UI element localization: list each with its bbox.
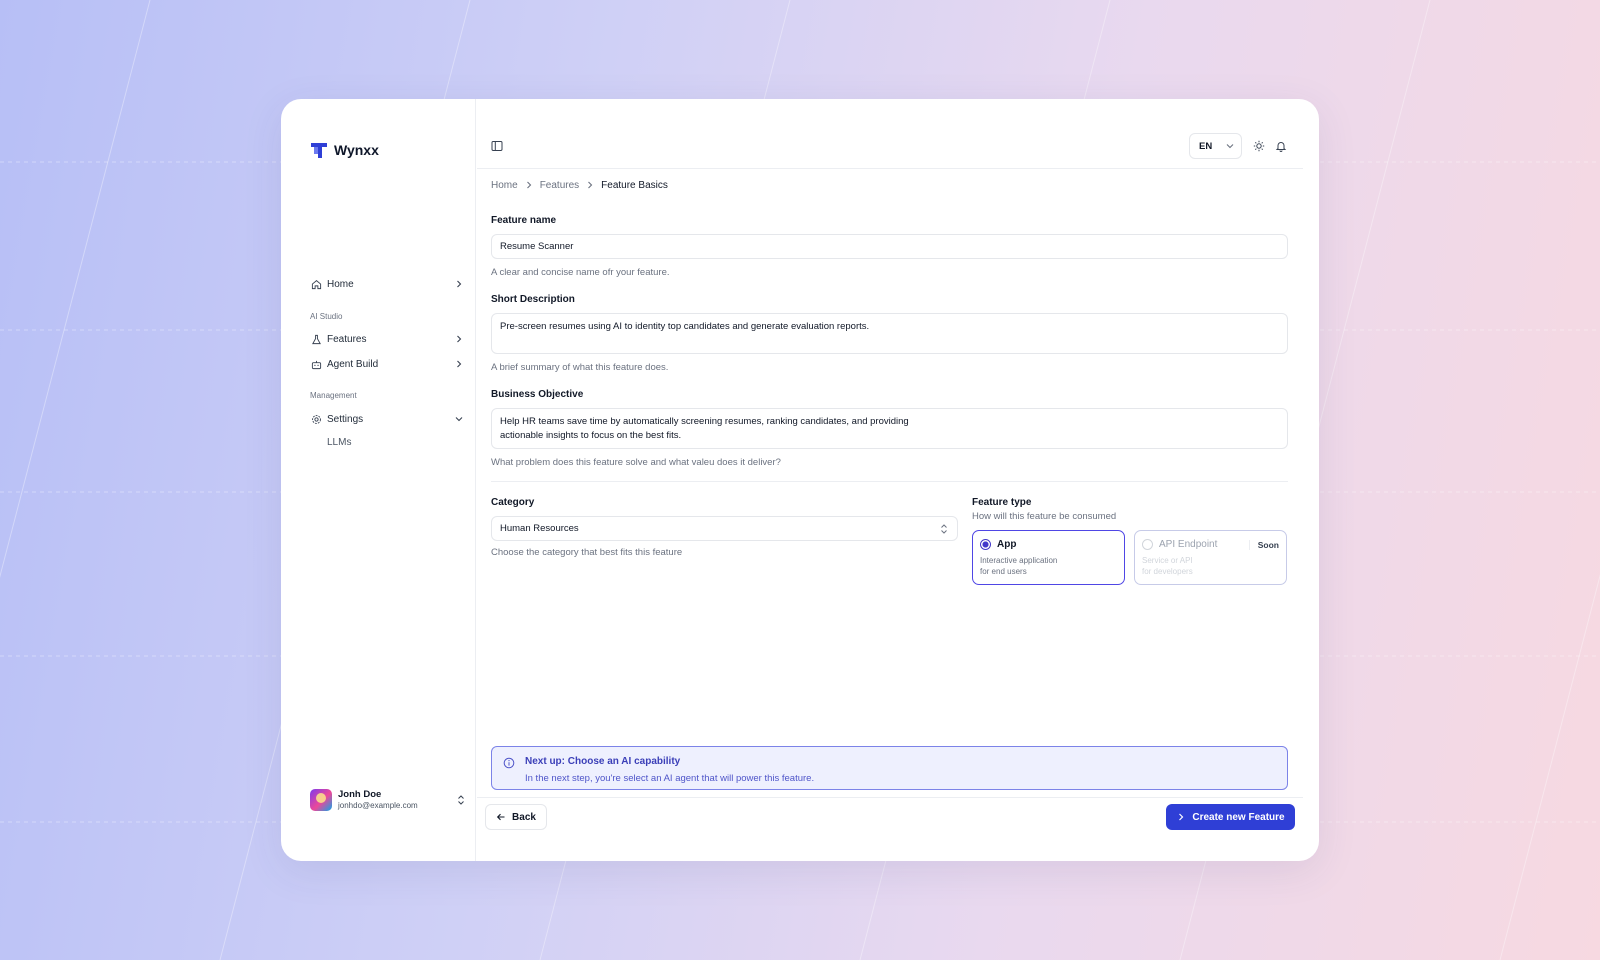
chevron-right-icon [585,180,595,190]
language-value: EN [1199,140,1213,152]
option-desc: for end users [980,567,1027,576]
chevron-down-icon [1225,141,1235,151]
app-window: Wynxx Home AI Studio Features Agent Buil… [281,99,1319,861]
breadcrumb-home[interactable]: Home [491,180,518,191]
business-objective-label: Business Objective [491,389,584,400]
breadcrumb-features[interactable]: Features [540,180,579,191]
category-hint: Choose the category that best fits this … [491,547,683,558]
feature-name-value: Resume Scanner [500,241,574,252]
topbar: EN [477,99,1303,169]
radio-selected[interactable] [980,539,991,550]
sidebar-item-label: Features [327,333,367,345]
breadcrumb-current: Feature Basics [601,179,668,191]
chevron-right-icon [454,359,464,369]
bot-icon [310,358,322,370]
section-label-ai-studio: AI Studio [310,312,343,321]
feature-name-hint: A clear and concise name ofr your featur… [491,267,670,278]
user-name: Jonh Doe [338,789,382,800]
short-description-value: Pre-screen resumes using AI to identity … [500,321,870,332]
short-description-textarea[interactable]: Pre-screen resumes using AI to identity … [491,313,1288,354]
breadcrumb: Home Features Feature Basics [491,178,668,192]
wynxx-logo-icon [311,143,327,158]
sidebar-subitem-llms[interactable]: LLMs [327,437,351,448]
category-label: Category [491,497,535,508]
brand-name: Wynxx [334,142,379,158]
option-desc: Interactive application [980,556,1058,565]
sidebar-item-home[interactable]: Home [310,274,464,294]
banner-description: In the next step, you're select an AI ag… [525,773,815,784]
create-feature-button[interactable]: Create new Feature [1166,804,1295,830]
sidebar-item-settings[interactable]: Settings [310,409,464,429]
sidebar-item-label: Home [327,278,354,290]
feature-type-hint: How will this feature be consumed [972,511,1117,522]
back-button-label: Back [512,811,536,823]
chevron-right-icon [524,180,534,190]
next-step-banner: Next up: Choose an AI capability In the … [491,746,1288,790]
info-icon [503,757,515,769]
language-select[interactable]: EN [1189,133,1242,159]
business-objective-hint: What problem does this feature solve and… [491,457,781,468]
main-content: EN Home Features Feature Basics Feature … [477,99,1319,861]
chevrons-up-down-icon [939,523,949,535]
create-feature-label: Create new Feature [1192,811,1285,823]
business-objective-textarea[interactable]: Help HR teams save time by automatically… [491,408,1288,449]
flask-icon [310,333,322,345]
chevron-right-icon [454,334,464,344]
user-email: jonhdo@example.com [338,801,418,810]
radio-disabled [1142,539,1153,550]
arrow-left-icon [496,812,506,822]
home-icon [310,278,322,290]
category-select[interactable]: Human Resources [491,516,958,541]
option-desc: Service or API [1142,556,1193,565]
chevrons-up-down-icon [456,794,466,806]
avatar [310,789,332,811]
business-objective-line: Help HR teams save time by automatically… [500,416,909,427]
sidebar-item-agent-build[interactable]: Agent Build [310,354,464,374]
footer-divider [477,797,1303,798]
section-label-management: Management [310,391,357,400]
user-menu[interactable]: Jonh Doe jonhdo@example.com [310,787,466,813]
sidebar-item-features[interactable]: Features [310,329,464,349]
banner-title: Next up: Choose an AI capability [525,756,681,767]
feature-type-option-api-endpoint: API Endpoint Soon Service or API for dev… [1134,530,1287,585]
sidebar-toggle-icon[interactable] [491,140,503,152]
feature-name-input[interactable]: Resume Scanner [491,234,1288,259]
sidebar: Wynxx Home AI Studio Features Agent Buil… [281,99,476,861]
short-description-hint: A brief summary of what this feature doe… [491,362,669,373]
chevron-down-icon [454,414,464,424]
soon-badge: Soon [1248,539,1279,550]
chevron-right-icon [454,279,464,289]
chevron-right-icon [1176,812,1186,822]
sidebar-item-label: Agent Build [327,358,379,370]
feature-type-label: Feature type [972,497,1032,508]
feature-type-option-app[interactable]: App Interactive application for end user… [972,530,1125,585]
sidebar-item-label: Settings [327,413,364,425]
option-title: API Endpoint [1159,539,1218,550]
back-button[interactable]: Back [485,804,547,830]
business-objective-line: actionable insights to focus on the best… [500,430,682,441]
option-title: App [997,539,1017,550]
category-value: Human Resources [500,523,579,534]
brand-logo[interactable]: Wynxx [310,141,379,159]
bell-icon[interactable] [1275,140,1287,152]
short-description-label: Short Description [491,294,575,305]
sun-icon[interactable] [1253,140,1265,152]
option-desc: for developers [1142,567,1193,576]
gear-icon [310,413,322,425]
feature-name-label: Feature name [491,215,557,226]
divider [491,481,1288,482]
